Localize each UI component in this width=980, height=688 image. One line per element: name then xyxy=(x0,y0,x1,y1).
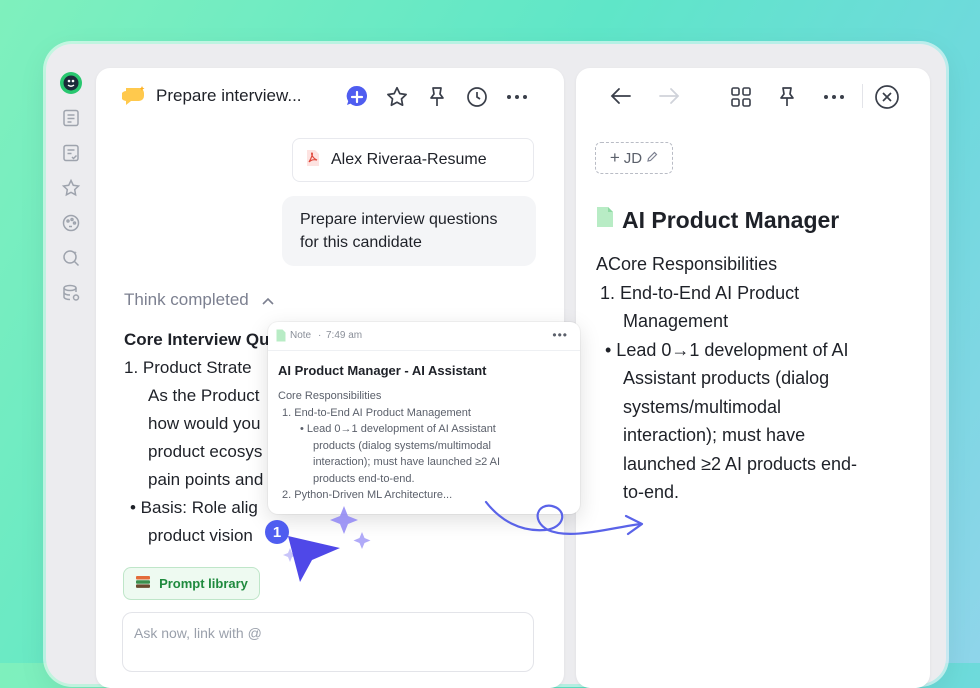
cursor-icon xyxy=(288,536,340,582)
decoration-layer xyxy=(283,500,644,582)
flow-arrow xyxy=(484,500,642,535)
step-badge: 1 xyxy=(265,520,289,544)
